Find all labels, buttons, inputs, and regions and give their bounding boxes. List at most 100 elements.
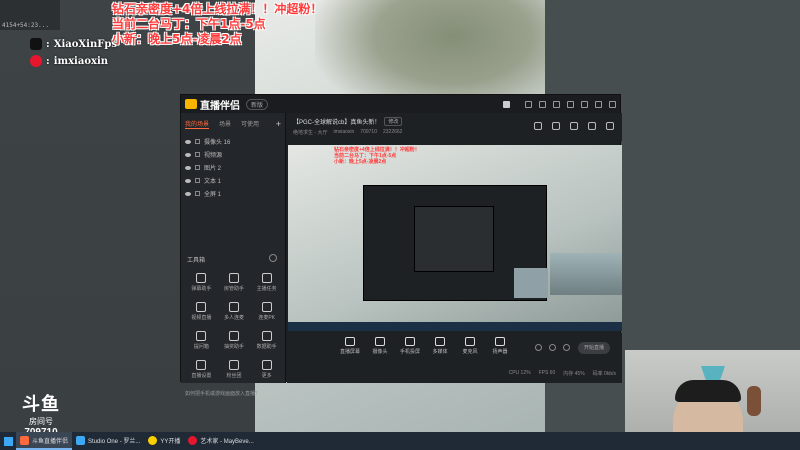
tool-lottery[interactable]: 抽奖助手 (218, 331, 251, 350)
stat-fps: FPS 60 (538, 370, 556, 376)
gift-icon[interactable] (553, 100, 560, 108)
minimize-icon[interactable] (581, 100, 588, 108)
tool-danmu[interactable]: 弹幕助手 (185, 273, 218, 292)
scene-item[interactable]: 摄像头 16 (185, 135, 281, 148)
share-icon[interactable] (606, 122, 614, 130)
tab-available[interactable]: 可使用 (241, 119, 259, 129)
weibo-text: imxiaoxin (53, 55, 109, 67)
eye-icon[interactable] (185, 139, 191, 144)
close-icon[interactable] (609, 100, 616, 108)
media-icon (435, 337, 445, 346)
lock-icon[interactable] (195, 139, 200, 144)
scene-item[interactable]: 图片 2 (185, 161, 281, 174)
gear-icon[interactable] (563, 344, 570, 351)
edit-title-button[interactable]: 修改 (384, 117, 403, 126)
collapse-icon[interactable] (269, 254, 277, 262)
scene-label: 全屏 1 (204, 192, 222, 198)
stream-preview[interactable]: 钻石亲密度+4倍上线拉满！！冲超粉！ 当前二台马丁：下午1点-5点 小新：晚上5… (288, 145, 622, 331)
fish-logo-icon (185, 99, 197, 109)
tool-question-box[interactable]: 提问箱 (185, 331, 218, 350)
microphone-button[interactable]: 麦克风 (459, 337, 481, 355)
timer-icon[interactable] (549, 344, 556, 351)
video-icon (196, 302, 207, 312)
start-button[interactable] (0, 432, 16, 450)
taskbar-label: 艺术家 - MayBeve... (200, 438, 254, 445)
bottom-tip-link[interactable]: 如何把手机或游戏画面放入直播？ (185, 390, 260, 397)
add-scene-button[interactable]: + (276, 119, 281, 129)
download-icon (228, 360, 239, 370)
tool-label: 提问箱 (193, 344, 209, 350)
speaker-button[interactable]: 扬声器 (489, 337, 511, 355)
lock-icon[interactable] (195, 152, 200, 157)
user-avatar[interactable] (503, 100, 510, 108)
tool-room-manager[interactable]: 房管助手 (218, 273, 251, 292)
scene-item[interactable]: 文本 1 (185, 174, 281, 187)
studio-one-icon (76, 435, 86, 445)
promo-line-2: 当前二台马丁：下午1点-5点 (112, 17, 266, 31)
promo-overlay: 钻石亲密度+4倍上线拉满！！冲超粉！ 当前二台马丁：下午1点-5点 小新：晚上5… (112, 2, 322, 47)
version-badge[interactable]: 新版 (246, 98, 269, 110)
camera-button[interactable]: 摄像头 (369, 337, 391, 355)
tool-label: 直播设置 (191, 373, 212, 379)
message-icon[interactable] (525, 100, 532, 108)
settings-icon[interactable] (539, 100, 546, 108)
preview-webcam (550, 253, 622, 295)
logo-sub: 房间号 (29, 417, 53, 426)
tab-my-scenes[interactable]: 我的场景 (185, 119, 210, 129)
eye-icon[interactable] (185, 191, 191, 196)
tool-video-live[interactable]: 视频直播 (185, 302, 218, 321)
nested-webcam (514, 268, 548, 298)
tool-multi-mic[interactable]: 多人连麦 (218, 302, 251, 321)
lottery-icon (228, 331, 239, 341)
douyu-logo-watermark: 斗鱼 房间号 709710 (14, 390, 68, 438)
lock-icon[interactable] (195, 191, 200, 196)
start-live-button[interactable]: 开始直播 (578, 342, 610, 354)
tool-live-settings[interactable]: 直播设置 (185, 360, 218, 379)
bell-icon[interactable] (588, 122, 596, 130)
media-button[interactable]: 多媒体 (429, 337, 451, 355)
phone-cast-button[interactable]: 手机投屏 (399, 337, 421, 355)
tool-label: 抽奖助手 (223, 344, 244, 350)
data-icon (261, 331, 272, 341)
tab-scenes[interactable]: 场景 (219, 119, 231, 129)
record-icon[interactable] (535, 344, 542, 351)
tool-more[interactable]: 更多 (250, 360, 283, 379)
app-titlebar[interactable]: 直播伴侣 新版 (181, 95, 620, 113)
logo-brand: 斗鱼 (22, 394, 60, 415)
stream-stats: CPU 12% FPS 60 内存 45% 码率 0kb/s (509, 370, 616, 377)
stream-heat: 2322662 (382, 129, 403, 135)
microphone-icon (465, 337, 475, 346)
tool-label: 连麦PK (258, 315, 275, 321)
taskbar-label: Studio One - 罗兰... (88, 438, 141, 445)
gift-box-icon[interactable] (534, 122, 542, 130)
tool-data[interactable]: 数据助手 (250, 331, 283, 350)
taskbar-item-studio-one[interactable]: Studio One - 罗兰... (72, 432, 144, 450)
lock-icon[interactable] (195, 178, 200, 183)
taskbar-item-netease-music[interactable]: 艺术家 - MayBeve... (184, 432, 257, 450)
eye-icon[interactable] (185, 165, 191, 170)
tool-fan-club[interactable]: 粉丝团 (218, 360, 251, 379)
scene-item[interactable]: 视频源 (185, 148, 281, 161)
stream-category[interactable]: 绝地求生 - 大厅 (293, 129, 327, 136)
preview-promo: 钻石亲密度+4倍上线拉满！！冲超粉！ 当前二台马丁：下午1点-5点 小新：晚上5… (334, 147, 420, 165)
eye-icon[interactable] (185, 152, 191, 157)
scene-item[interactable]: 全屏 1 (185, 187, 281, 200)
tool-pk[interactable]: 连麦PK (250, 302, 283, 321)
lock-icon[interactable] (195, 165, 200, 170)
maximize-icon[interactable] (595, 100, 602, 108)
camera-icon (375, 337, 385, 346)
yy-icon (148, 435, 158, 445)
douyin-handle: : XiaoXinFps (30, 38, 117, 50)
unlock-icon[interactable] (570, 122, 578, 130)
taskbar-item-douyu[interactable]: 斗鱼直播伴侣 (16, 432, 73, 450)
control-label: 手机投屏 (399, 349, 420, 355)
taskbar-item-yy[interactable]: YY开播 (144, 432, 184, 450)
scene-tabs: 我的场景 场景 可使用 + (181, 113, 285, 133)
promo-line-1: 钻石亲密度+4倍上线拉满！！冲超粉！ (112, 2, 323, 16)
eye-icon[interactable] (185, 178, 191, 183)
lock-icon[interactable] (552, 122, 560, 130)
streamer-hair (675, 380, 741, 402)
screen-capture-button[interactable]: 直播屏幕 (339, 337, 361, 355)
tool-tasks[interactable]: 主播任务 (250, 273, 283, 292)
menu-icon[interactable] (567, 100, 574, 108)
